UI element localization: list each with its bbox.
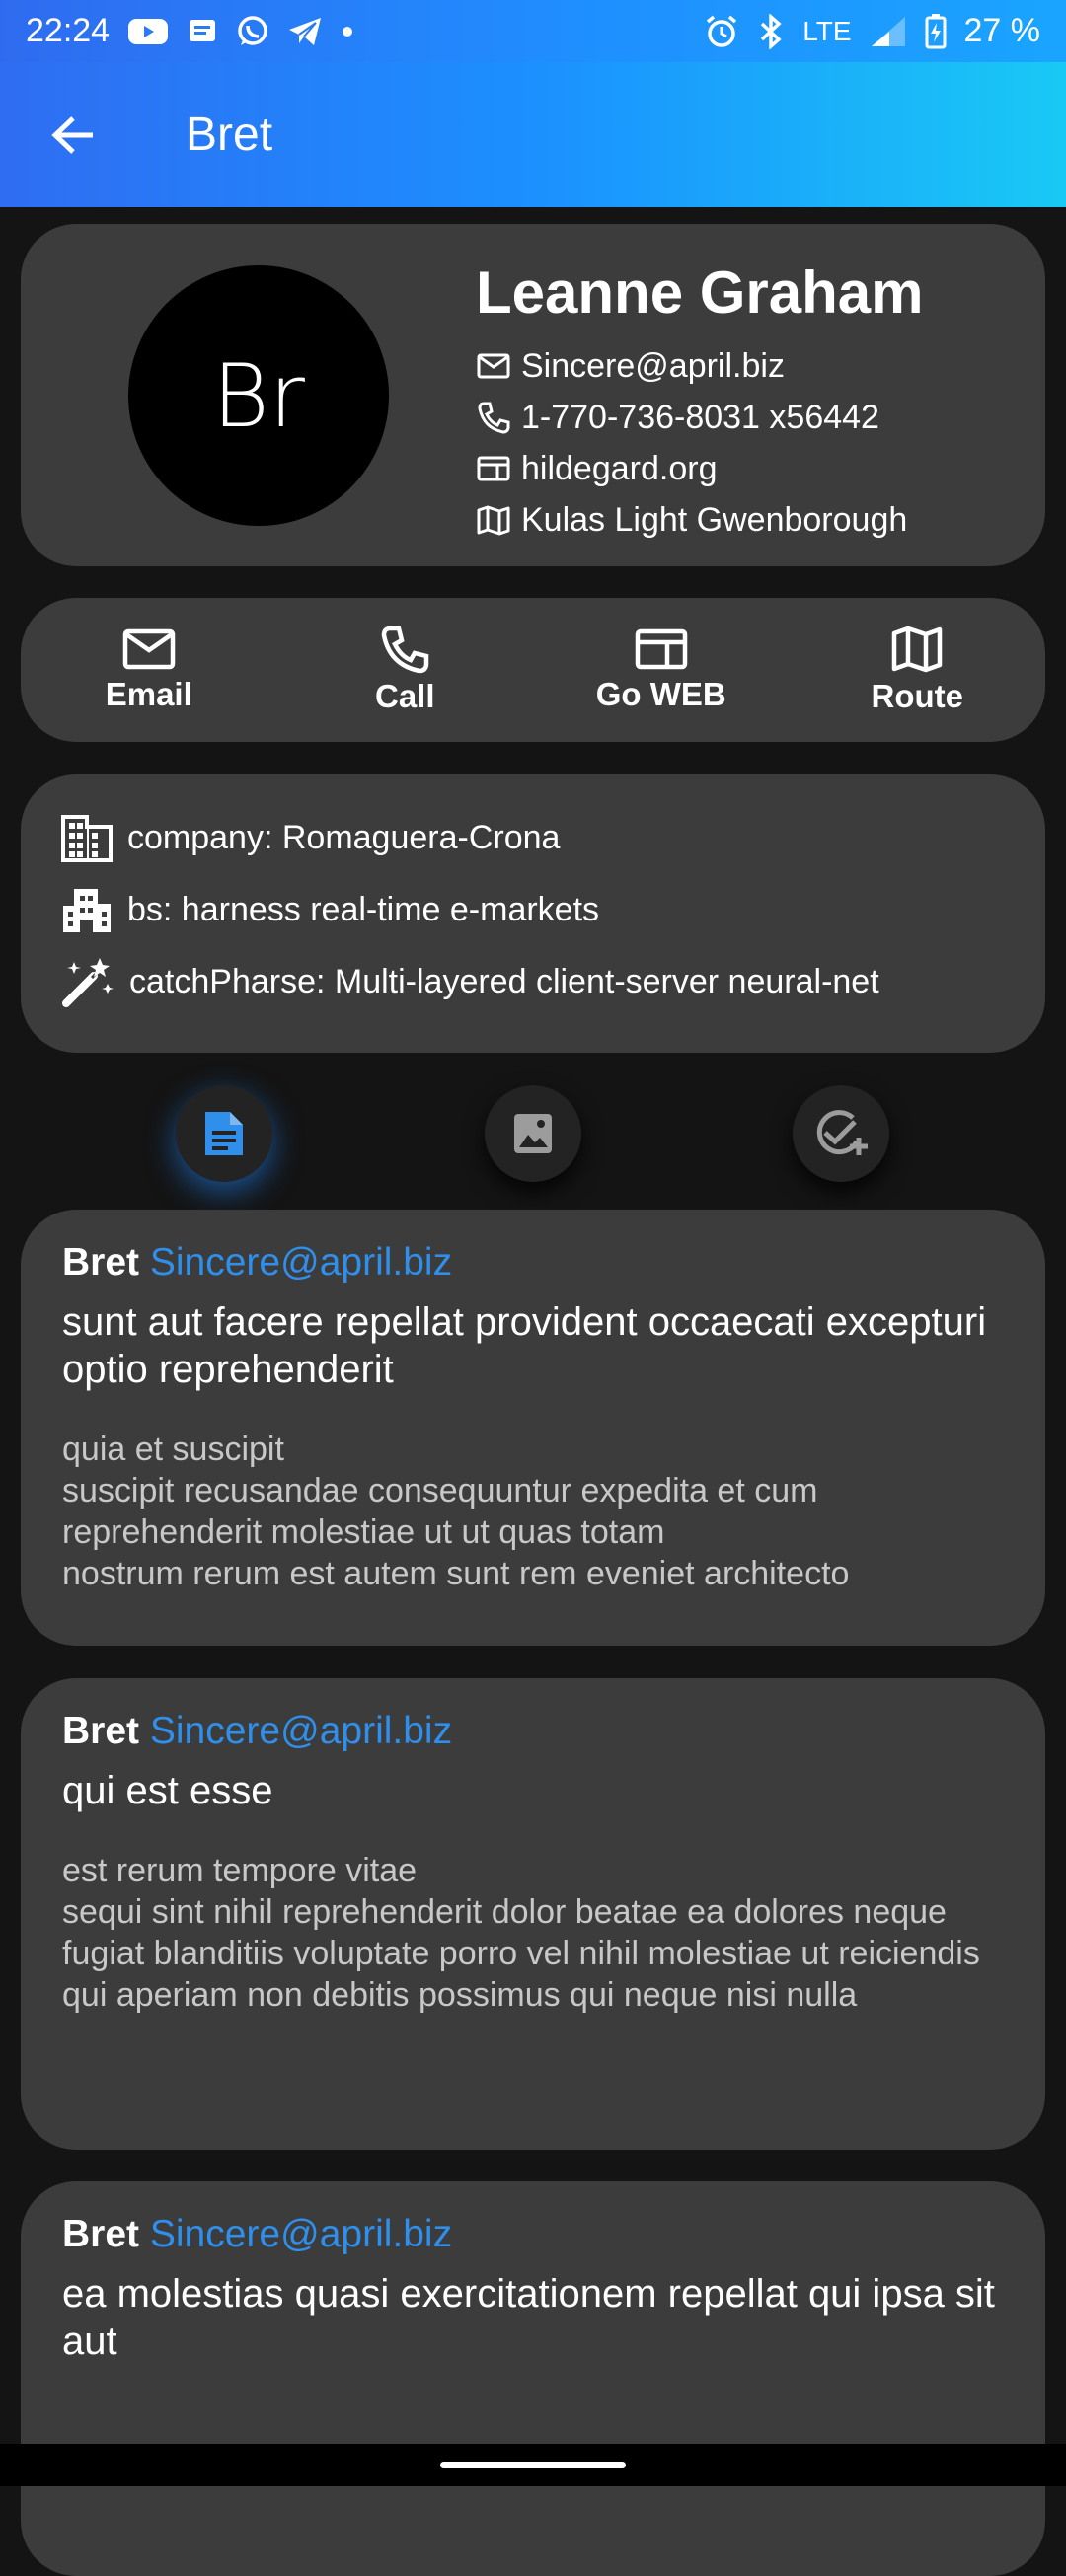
profile-info: Leanne Graham Sincere@april.biz 1-770-73… <box>476 258 924 546</box>
avatar: Br <box>128 265 389 526</box>
post-header: Bret Sincere@april.biz <box>62 2213 1004 2256</box>
company-name: company: Romaguera-Crona <box>127 819 561 856</box>
tab-photos[interactable] <box>485 1085 581 1182</box>
actions-card: Email Call Go WEB Route <box>21 598 1045 742</box>
page-title: Bret <box>186 109 273 161</box>
tab-todos[interactable] <box>793 1085 889 1182</box>
more-notifications-icon <box>343 26 353 37</box>
map-icon <box>892 626 943 673</box>
home-gesture-handle[interactable] <box>440 2462 626 2468</box>
company-card: company: Romaguera-Crona bs: harness rea… <box>21 774 1045 1053</box>
message-icon <box>190 19 216 41</box>
profile-card: Br Leanne Graham Sincere@april.biz 1-770… <box>21 224 1045 566</box>
apartment-icon <box>63 888 111 932</box>
status-left: 22:24 <box>26 12 354 50</box>
arrow-back-icon <box>51 115 93 154</box>
profile-website-row: hildegard.org <box>476 443 924 494</box>
go-web-button-label: Go WEB <box>595 676 726 712</box>
route-button[interactable]: Route <box>790 598 1046 742</box>
post-body: quia et suscipit suscipit recusandae con… <box>62 1431 850 1592</box>
mail-icon <box>122 628 175 670</box>
profile-website: hildegard.org <box>521 449 718 487</box>
company-catchphrase-row: catchPharse: Multi-layered client-server… <box>60 946 1045 1018</box>
phone-icon <box>478 402 510 434</box>
back-button[interactable] <box>34 96 113 175</box>
profile-name: Leanne Graham <box>476 259 924 326</box>
post-username: Bret <box>62 1241 140 1284</box>
post-username: Bret <box>62 2213 140 2255</box>
battery-level: 27 % <box>963 12 1041 49</box>
post-body: est rerum tempore vitae sequi sint nihil… <box>62 1852 980 2014</box>
system-nav-bar <box>0 2444 1066 2486</box>
company-bs-row: bs: harness real-time e-markets <box>60 874 1045 946</box>
alarm-icon <box>707 15 737 47</box>
signal-icon <box>871 16 905 46</box>
company-name-row: company: Romaguera-Crona <box>60 802 1045 874</box>
post-title: ea molestias quasi exercitationem repell… <box>62 2272 995 2363</box>
map-icon <box>477 505 510 536</box>
profile-email-row: Sincere@april.biz <box>476 340 924 392</box>
status-right: LTE 27 % <box>704 12 1040 50</box>
post-header: Bret Sincere@april.biz <box>62 1710 1004 1753</box>
tab-posts[interactable] <box>176 1085 272 1182</box>
mail-icon <box>477 353 510 379</box>
web-icon <box>477 456 510 481</box>
task-add-icon <box>816 1110 868 1155</box>
status-bar: 22:24 LTE 27 % <box>0 0 1066 62</box>
post-card[interactable]: Bret Sincere@april.biz sunt aut facere r… <box>21 1210 1045 1646</box>
youtube-icon <box>128 18 169 44</box>
phone-icon <box>381 626 429 674</box>
battery-charging-icon <box>925 13 946 48</box>
post-username: Bret <box>62 1710 140 1752</box>
bluetooth-icon <box>761 13 782 49</box>
status-time: 22:24 <box>26 12 111 49</box>
app-bar: Bret <box>0 62 1066 207</box>
post-card[interactable]: Bret Sincere@april.biz qui est esse est … <box>21 1678 1045 2150</box>
call-button-label: Call <box>374 678 435 714</box>
company-catchphrase: catchPharse: Multi-layered client-server… <box>129 963 879 1000</box>
telegram-icon <box>289 17 322 45</box>
whatsapp-icon <box>238 15 267 45</box>
company-bs: bs: harness real-time e-markets <box>127 891 600 928</box>
profile-phone-row: 1-770-736-8031 x56442 <box>476 392 924 443</box>
email-button[interactable]: Email <box>21 598 277 742</box>
content-tabs <box>0 1085 1066 1184</box>
article-icon <box>205 1112 243 1155</box>
post-email-link[interactable]: Sincere@april.biz <box>150 2213 452 2255</box>
profile-address: Kulas Light Gwenborough <box>521 500 908 539</box>
network-type: LTE <box>802 15 852 46</box>
route-button-label: Route <box>871 678 964 714</box>
profile-phone: 1-770-736-8031 x56442 <box>521 398 879 436</box>
post-card[interactable]: Bret Sincere@april.biz ea molestias quas… <box>21 2181 1045 2576</box>
post-email-link[interactable]: Sincere@april.biz <box>150 1710 452 1752</box>
go-web-button[interactable]: Go WEB <box>533 598 790 742</box>
post-email-link[interactable]: Sincere@april.biz <box>150 1241 452 1284</box>
magic-wand-icon <box>62 957 114 1007</box>
domain-icon <box>61 814 113 862</box>
email-button-label: Email <box>105 676 192 712</box>
call-button[interactable]: Call <box>277 598 534 742</box>
photo-icon <box>514 1114 552 1153</box>
profile-address-row: Kulas Light Gwenborough <box>476 494 924 546</box>
post-header: Bret Sincere@april.biz <box>62 1241 1004 1285</box>
profile-email: Sincere@april.biz <box>521 346 785 385</box>
post-title: qui est esse <box>62 1769 273 1812</box>
post-title: sunt aut facere repellat provident occae… <box>62 1300 987 1391</box>
web-icon <box>635 628 687 670</box>
